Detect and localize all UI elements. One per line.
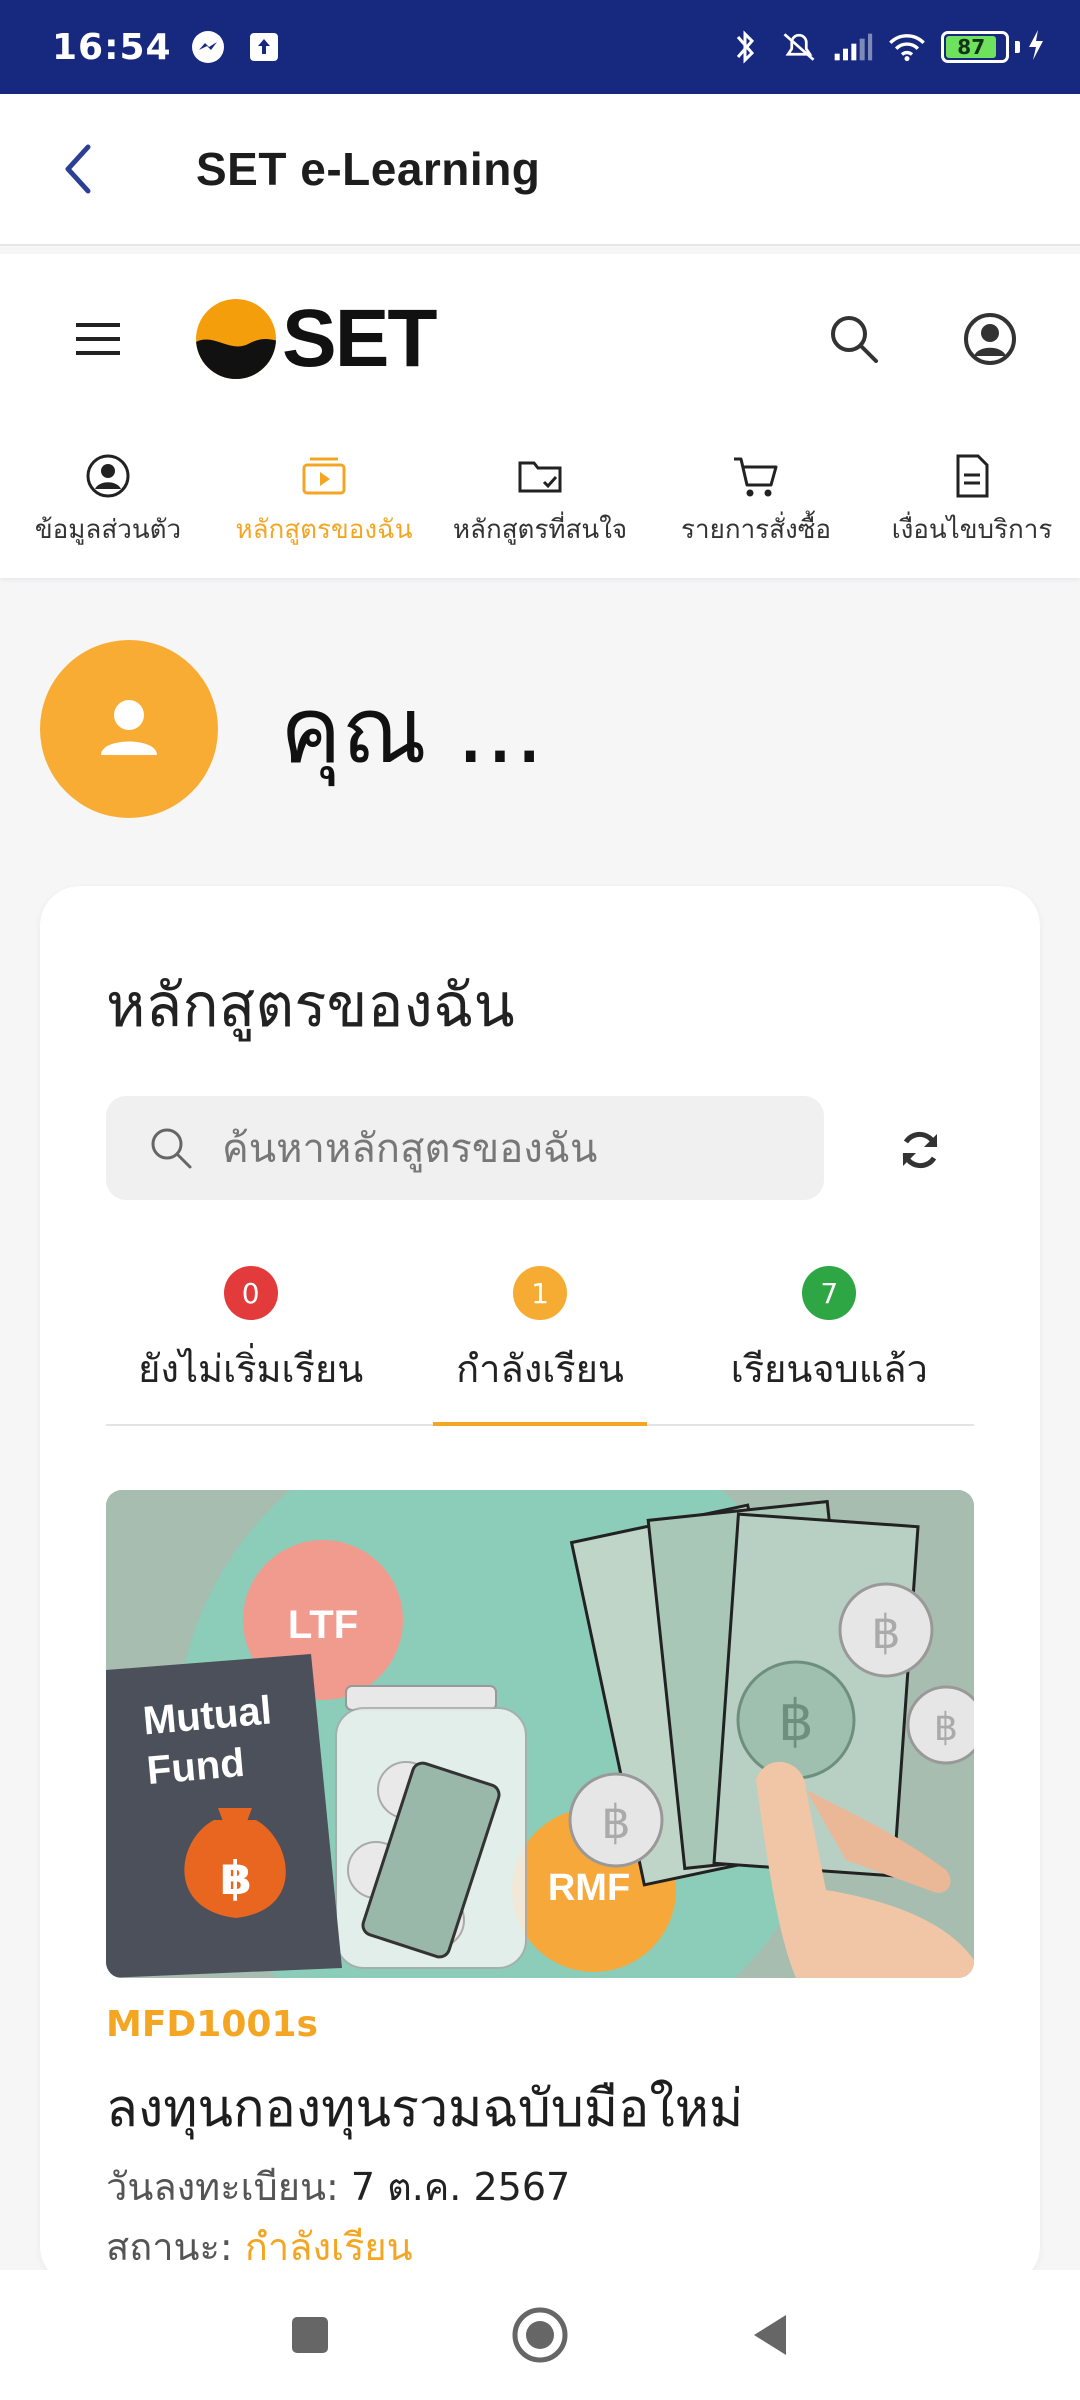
tab-orders[interactable]: รายการสั่งซื้อ — [648, 424, 864, 578]
folder-check-icon — [518, 461, 562, 492]
tab-not-started[interactable]: 0 ยังไม่เริ่มเรียน — [106, 1266, 395, 1424]
chevron-left-icon — [65, 144, 91, 194]
refresh-button[interactable] — [880, 1110, 960, 1190]
battery-indicator: 87 — [941, 28, 1046, 66]
set-logo-mark — [196, 299, 276, 379]
coin-baht-symbol: ฿ — [871, 1605, 900, 1659]
search-icon — [151, 1128, 192, 1169]
site-header: SET — [0, 254, 1080, 424]
tab-label: เงื่อนไขบริการ — [891, 514, 1053, 545]
user-circle-icon — [964, 313, 1016, 365]
course-status-tabs: 0 ยังไม่เริ่มเรียน 1 กำลังเรียน 7 เรียนจ… — [106, 1266, 974, 1426]
tab-label: เรียนจบแล้ว — [730, 1347, 928, 1391]
rmf-label: RMF — [548, 1867, 630, 1909]
tab-in-progress[interactable]: 1 กำลังเรียน — [395, 1266, 684, 1424]
user-name: คุณ ... — [280, 676, 544, 784]
course-code: MFD1001s — [106, 2004, 318, 2045]
tab-label: หลักสูตรของฉัน — [235, 514, 413, 545]
book-baht-symbol: ฿ — [220, 1851, 252, 1905]
fund-label: Fund — [145, 1741, 246, 1793]
charging-icon — [1026, 28, 1046, 66]
logo-text: SET — [282, 293, 437, 384]
menu-button[interactable] — [62, 303, 134, 375]
course-status: สถานะ: กำลังเรียน — [106, 2216, 413, 2277]
tab-label: หลักสูตรที่สนใจ — [452, 514, 628, 545]
battery-level: 87 — [946, 35, 997, 59]
tab-my-courses[interactable]: หลักสูตรของฉัน — [216, 424, 432, 578]
system-nav-bar — [0, 2270, 1080, 2400]
count-badge: 0 — [223, 1266, 278, 1320]
clock: 16:54 — [52, 26, 172, 68]
tab-label: กำลังเรียน — [456, 1347, 624, 1391]
date-value: 7 ต.ค. 2567 — [350, 2165, 571, 2209]
status-label: สถานะ: — [106, 2225, 233, 2269]
document-icon — [956, 454, 989, 497]
coin-baht-symbol: ฿ — [601, 1795, 630, 1849]
count-badge: 7 — [802, 1266, 857, 1320]
search-button[interactable] — [814, 299, 894, 379]
home-circle-icon — [512, 2307, 568, 2363]
messenger-icon — [188, 27, 228, 67]
wifi-icon — [887, 27, 927, 67]
bluetooth-icon — [725, 27, 765, 67]
home-button[interactable] — [500, 2295, 580, 2375]
mutual-fund-illustration: LTF RMF Mutual Fund ฿ ฿ ฿ ฿ ฿ — [106, 1490, 974, 1978]
registration-date: วันลงทะเบียน: 7 ต.ค. 2567 — [106, 2156, 570, 2217]
upload-notification-icon — [244, 27, 284, 67]
recents-button[interactable] — [270, 2295, 350, 2375]
course-title[interactable]: ลงทุนกองทุนรวมฉบับมือใหม่ — [106, 2066, 743, 2149]
app-bar: SET e-Learning — [0, 94, 1080, 246]
set-logo[interactable]: SET — [194, 292, 437, 386]
search-placeholder: ค้นหาหลักสูตรของฉัน — [222, 1126, 598, 1172]
signal-icon — [833, 27, 873, 67]
count-badge: 1 — [512, 1266, 567, 1320]
tab-interested-courses[interactable]: หลักสูตรที่สนใจ — [432, 424, 648, 578]
back-nav-button[interactable] — [730, 2295, 810, 2375]
avatar — [40, 640, 218, 818]
tab-terms[interactable]: เงื่อนไขบริการ — [864, 424, 1080, 578]
back-button[interactable] — [38, 129, 118, 209]
coin-baht-symbol: ฿ — [934, 1705, 958, 1749]
tab-label: ยังไม่เริ่มเรียน — [138, 1347, 364, 1391]
tab-label: รายการสั่งซื้อ — [681, 514, 831, 545]
hamburger-icon — [76, 323, 120, 355]
tab-profile[interactable]: ข้อมูลส่วนตัว — [0, 424, 216, 578]
note-baht-symbol: ฿ — [778, 1689, 814, 1754]
cart-icon — [734, 457, 778, 496]
section-title: หลักสูตรของฉัน — [106, 971, 515, 1041]
profile-nav-tabs: ข้อมูลส่วนตัว หลักสูตรของฉัน หลักสูตรที่… — [0, 424, 1080, 578]
profile-greeting: คุณ ... — [40, 640, 544, 818]
account-button[interactable] — [950, 299, 1030, 379]
user-circle-icon — [86, 454, 130, 497]
refresh-icon — [902, 1131, 938, 1169]
tab-completed[interactable]: 7 เรียนจบแล้ว — [685, 1266, 974, 1424]
triangle-back-icon — [754, 2315, 786, 2355]
search-icon — [831, 316, 878, 363]
status-value: กำลังเรียน — [244, 2225, 413, 2269]
user-icon — [101, 700, 157, 755]
status-bar: 16:54 87 — [0, 0, 1080, 94]
mute-icon — [779, 27, 819, 67]
ltf-label: LTF — [288, 1603, 358, 1647]
date-label: วันลงทะเบียน: — [106, 2165, 339, 2209]
course-thumbnail[interactable]: LTF RMF Mutual Fund ฿ ฿ ฿ ฿ ฿ — [106, 1490, 974, 1978]
app-title: SET e-Learning — [196, 143, 541, 195]
tab-label: ข้อมูลส่วนตัว — [34, 514, 182, 545]
video-play-icon — [302, 457, 346, 494]
my-courses-card: หลักสูตรของฉัน ค้นหาหลักสูตรของฉัน 0 ยัง… — [40, 886, 1040, 2286]
square-icon — [292, 2317, 328, 2353]
course-search-field[interactable]: ค้นหาหลักสูตรของฉัน — [106, 1096, 824, 1200]
